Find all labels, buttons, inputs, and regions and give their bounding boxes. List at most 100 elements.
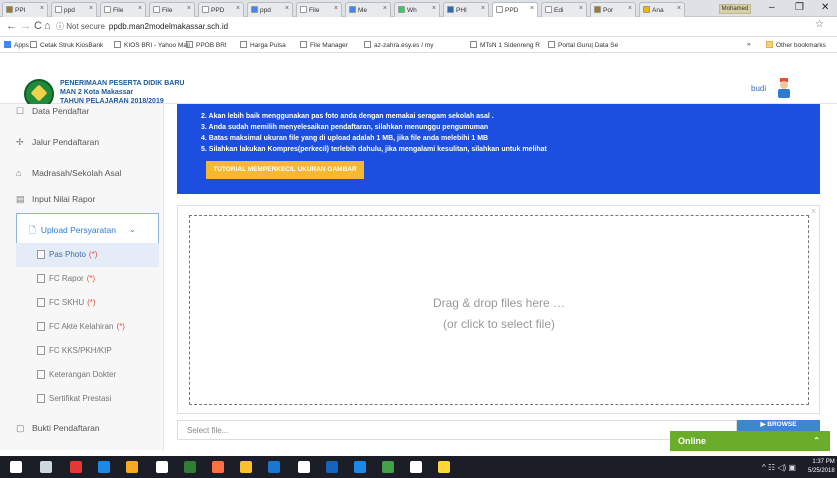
sidebar-item-upload-persyaratan[interactable]: 🗋 Upload Persyaratan ⌄: [16, 213, 159, 247]
browser-tab[interactable]: PPD ×: [198, 2, 244, 17]
tab-close-icon[interactable]: ×: [285, 5, 289, 12]
sidebar-item-input-nilai-rapor[interactable]: ▤ Input Nilai Rapor: [16, 194, 95, 205]
maximize-button[interactable]: ❐: [795, 2, 804, 13]
tab-close-icon[interactable]: ×: [334, 5, 338, 12]
photos-icon[interactable]: [326, 461, 338, 473]
excel-icon[interactable]: [184, 461, 196, 473]
url-field[interactable]: ⓘ Not secure ppdb.man2modelmakassar.sch.i…: [56, 19, 816, 35]
user-name[interactable]: budi: [751, 84, 766, 93]
sidebar-subitem[interactable]: FC KKS/PKH/KIP: [37, 346, 115, 355]
tab-close-icon[interactable]: ×: [89, 5, 93, 12]
bookmark-star-icon[interactable]: ☆: [815, 19, 824, 30]
tab-favicon-icon: [594, 6, 601, 13]
bookmarks-overflow-icon[interactable]: »: [747, 41, 751, 48]
minimize-button[interactable]: –: [769, 2, 775, 13]
tab-close-icon[interactable]: ×: [383, 5, 387, 12]
bookmark-item[interactable]: File Manager: [300, 41, 348, 49]
browser-tab[interactable]: Me ×: [345, 2, 391, 17]
apps-shortcut[interactable]: Apps: [4, 41, 29, 49]
pen-icon[interactable]: [298, 461, 310, 473]
edge-icon[interactable]: [98, 461, 110, 473]
reload-icon[interactable]: C: [34, 20, 42, 32]
other-bookmarks[interactable]: Other bookmarks: [766, 41, 826, 49]
instruction-line: 3. Anda sudah memilih menyelesaikan pend…: [201, 124, 489, 131]
profile-button[interactable]: Mohamed: [719, 4, 751, 14]
bookmark-item[interactable]: KIOS BRI - Yahoo Mail: [114, 41, 190, 49]
sidebar-subitem[interactable]: FC Rapor (*): [37, 274, 95, 283]
browser-tab[interactable]: File ×: [296, 2, 342, 17]
chat-widget[interactable]: Online ⌃: [670, 431, 830, 451]
tab-title: PPD: [505, 7, 519, 14]
tab-close-icon[interactable]: ×: [138, 5, 142, 12]
sidebar-item-jalur-pendaftaran[interactable]: ✢ Jalur Pendaftaran: [16, 137, 99, 148]
taskbar-clock[interactable]: 1:37 PM 5/25/2018: [808, 458, 835, 476]
sidebar-subitem[interactable]: Pas Photo (*): [37, 250, 97, 259]
windows-start-icon[interactable]: [10, 461, 22, 473]
sidebar-subitem[interactable]: FC SKHU (*): [37, 298, 96, 307]
security-indicator[interactable]: ⓘ Not secure: [56, 22, 105, 31]
app-icon[interactable]: [382, 461, 394, 473]
browser-tab[interactable]: Edi ×: [541, 2, 587, 17]
bookmark-item[interactable]: MTsN 1 Sidenreng R: [470, 41, 540, 49]
close-icon[interactable]: ×: [811, 206, 816, 216]
browser-tab[interactable]: PPD ×: [492, 2, 538, 17]
sidebar-subitem[interactable]: Keterangan Dokter: [37, 370, 119, 379]
close-window-button[interactable]: ✕: [821, 2, 829, 13]
browser-tab[interactable]: PHI ×: [443, 2, 489, 17]
tab-close-icon[interactable]: ×: [40, 5, 44, 12]
sidebar-item-data-pendaftar[interactable]: ☐ Data Pendaftar: [16, 106, 89, 117]
sidebar-subitem[interactable]: Sertifikat Prestasi: [37, 394, 114, 403]
forward-icon[interactable]: →: [20, 20, 31, 32]
file-explorer-icon[interactable]: [126, 461, 138, 473]
chevron-up-icon[interactable]: ⌃: [813, 436, 820, 445]
app-icon[interactable]: [354, 461, 366, 473]
sidebar-item-madrasah[interactable]: ⌂ Madrasah/Sekolah Asal: [16, 168, 121, 178]
tab-close-icon[interactable]: ×: [677, 5, 681, 12]
browser-tab[interactable]: File ×: [149, 2, 195, 17]
browser-tab[interactable]: Wh ×: [394, 2, 440, 17]
bookmark-item[interactable]: Harga Pulsa: [240, 41, 286, 49]
tutorial-button[interactable]: TUTORIAL MEMPERKECIL UKURAN GAMBAR: [206, 161, 364, 179]
file-path-input[interactable]: Select file...: [177, 420, 737, 440]
file-dropzone[interactable]: Drag & drop files here … (or click to se…: [189, 215, 809, 405]
browser-tab[interactable]: PPI ×: [2, 2, 48, 17]
user-avatar-icon[interactable]: [777, 78, 791, 98]
home-icon[interactable]: ⌂: [44, 20, 51, 32]
chrome-icon[interactable]: [240, 461, 252, 473]
tab-title: PPD: [211, 7, 225, 14]
mail-icon[interactable]: [268, 461, 280, 473]
store-icon[interactable]: [156, 461, 168, 473]
instruction-line: 2. Akan lebih baik menggunakan pas foto …: [201, 113, 494, 120]
browser-tab[interactable]: ppd ×: [51, 2, 97, 17]
tab-close-icon[interactable]: ×: [432, 5, 436, 12]
app-icon[interactable]: [438, 461, 450, 473]
tab-close-icon[interactable]: ×: [530, 5, 534, 12]
tab-close-icon[interactable]: ×: [628, 5, 632, 12]
sidebar-item-bukti-pendaftaran[interactable]: ▢ Bukti Pendaftaran: [16, 423, 100, 434]
opera-icon[interactable]: [70, 461, 82, 473]
bookmark-item[interactable]: az-zahra.esy.es / my: [364, 41, 433, 49]
site-header: [0, 54, 837, 104]
app-icon[interactable]: [410, 461, 422, 473]
sidebar-subitem[interactable]: FC Akte Kelahiran (*): [37, 322, 125, 331]
back-icon[interactable]: ←: [6, 20, 17, 32]
browser-tab[interactable]: Por ×: [590, 2, 636, 17]
tab-close-icon[interactable]: ×: [481, 5, 485, 12]
tab-favicon-icon: [447, 6, 454, 13]
system-tray[interactable]: ^ ☷ ◁) ▣: [762, 463, 796, 472]
subitem-label: Keterangan Dokter: [49, 370, 117, 379]
tab-close-icon[interactable]: ×: [187, 5, 191, 12]
bookmark-item[interactable]: Portal Guru| Data Se: [548, 41, 618, 49]
required-marker: (*): [88, 250, 98, 259]
tab-close-icon[interactable]: ×: [579, 5, 583, 12]
tab-title: ppd: [64, 7, 75, 14]
browser-tab[interactable]: Ana ×: [639, 2, 685, 17]
bookmark-item[interactable]: Cetak Struk KiosBank: [30, 41, 103, 49]
tab-close-icon[interactable]: ×: [236, 5, 240, 12]
bookmark-item[interactable]: PPOB BRI: [186, 41, 227, 49]
browser-tab[interactable]: File ×: [100, 2, 146, 17]
task-view-icon[interactable]: [40, 461, 52, 473]
firefox-icon[interactable]: [212, 461, 224, 473]
browser-tab[interactable]: ppd ×: [247, 2, 293, 17]
tab-favicon-icon: [6, 6, 13, 13]
